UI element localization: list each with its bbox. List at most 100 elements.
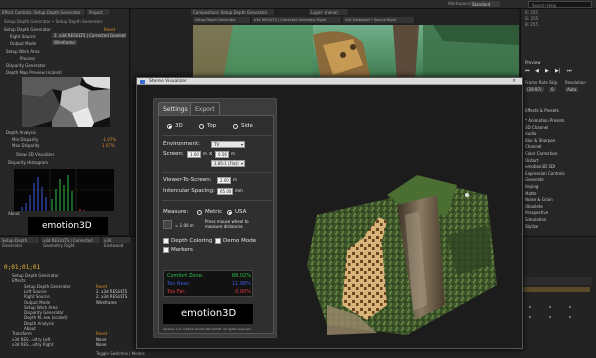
effects-list-item[interactable]: Obsolete [525,204,543,209]
tab-timeline-comp[interactable]: x3d Eastwood [102,237,132,248]
effects-list-item[interactable]: 3D Channel [525,125,548,130]
layer-row-value[interactable]: None [96,342,106,347]
disparity-histogram [14,169,114,211]
effects-list-item[interactable]: Perspective [525,211,548,215]
effects-list-item[interactable]: Generate [525,178,544,182]
depth-coloring-checkbox[interactable] [163,238,169,244]
current-time-display[interactable]: 0;01;01;01 [4,265,40,271]
effects-list-item[interactable]: Blur & Sharpen [525,138,555,143]
effects-list-item[interactable]: Noise & Grain [525,198,553,202]
screen-unit-label: m [203,151,207,156]
layer-row-label: x3d RES...ultry Right [12,341,54,347]
tab-export[interactable]: Export [190,102,220,115]
stat-value: 11.98% [231,281,251,287]
tab-project[interactable]: Project [87,9,111,15]
screen-height-input[interactable]: 0.56 [215,151,229,158]
layer-row-value[interactable]: 2. x3d RESULTS [96,295,127,299]
measure-metric-radio[interactable] [197,210,202,215]
reset-link[interactable]: Reset [102,27,117,32]
layer-row-value[interactable]: Wireframe [96,300,117,305]
effects-list-item[interactable]: Stylize [525,224,538,229]
tab-layer[interactable]: Layer: (none) [309,9,349,15]
effects-list-item[interactable]: Keying [525,185,538,189]
min-disparity-value[interactable]: -1.07% [102,137,116,142]
effect-row-label[interactable]: Disparity Generator [6,63,46,68]
layer-row-value[interactable]: None [96,337,106,342]
visualizer-titlebar[interactable]: Stereo Visualizer × [137,78,522,85]
effects-list-item[interactable]: Audio [525,132,536,136]
tab-composition[interactable]: Composition: Setup Depth Generator [191,9,275,15]
measure-label: Measure: [163,209,189,215]
comp-subtab[interactable]: Setup Depth Generator [193,17,251,23]
markers-checkbox[interactable] [163,247,169,253]
layer-row-label: Transform [12,331,32,337]
comp-subtab[interactable]: x3d RESULTS | Corrected Geometry Right [252,17,342,23]
resolution-select[interactable]: Auto [565,87,579,92]
next-frame-icon[interactable]: ▶| [555,69,561,74]
aspect-ratio-select[interactable]: 1.85:1 (Flat) ▾ [211,160,245,167]
viewer-distance-input[interactable]: 2.00 [217,177,231,184]
output-mode-select[interactable]: Wireframe [52,40,77,45]
intercular-spacing-input[interactable]: 65.00 [217,188,233,195]
tab-effect-controls[interactable]: Effect Controls: Setup Depth Generator [0,9,86,15]
tab-settings[interactable]: Settings [158,102,193,115]
show-visualizer-label[interactable]: Show 3D Visualizer [16,152,54,157]
point-cloud-viewport[interactable] [287,155,517,340]
effects-list-item[interactable]: Distort [525,158,539,163]
layer-row-value[interactable]: Reset [96,332,107,336]
screen-width-input[interactable]: 1.00 [187,151,201,158]
screen-x-label: x [209,151,213,157]
panel-title: Setup Depth Generator • Setup Depth Gene… [4,19,103,24]
about-label[interactable]: About [8,211,20,216]
workspace-label: Workspace: [448,1,472,6]
layer-row-label: Setup Depth Generator [24,283,71,289]
chevron-down-icon: ▾ [240,161,243,166]
tab-timeline-comp[interactable]: Setup Depth Generator [0,237,40,248]
prev-frame-icon[interactable]: ◀ [535,69,539,74]
first-frame-icon[interactable]: ⏮ [525,69,530,74]
frame-rate-select[interactable]: (29.97) [525,87,544,92]
view-top-radio[interactable] [199,124,204,129]
layer-row[interactable]: x3d RES...ultry Right None [4,341,132,348]
skip-select[interactable]: 0 [549,87,556,92]
view-side-radio[interactable] [233,124,238,129]
effects-list-item[interactable]: Expression Controls [525,171,565,176]
view-side-label: Side [241,123,253,129]
search-help-input[interactable]: Search Help [528,1,592,8]
comp-subtab[interactable]: x3d Eastwood • Source Right [343,17,415,23]
effect-row-label: Output Mode [10,41,37,46]
toggle-switches-label[interactable]: Toggle Switches / Modes [96,352,145,356]
view-top-label: Top [207,123,217,129]
effect-row-label[interactable]: Process [20,56,35,61]
play-icon[interactable]: ▶ [545,69,549,74]
effects-list-item[interactable]: Channel [525,145,541,149]
preview-option-label: Skip [549,80,558,85]
effects-list-item[interactable]: emotion3D SDI [525,165,555,169]
layer-row-value[interactable]: Reset [96,284,107,289]
effects-list-item[interactable]: Color Correction [525,152,557,156]
last-frame-icon[interactable]: ⏭ [567,69,572,74]
measure-usa-radio[interactable] [227,210,232,215]
right-source-select[interactable]: 2. x3d RESULTS | Corrected Geometry Righ… [52,33,126,38]
depth-coloring-label: Depth Coloring [171,238,213,244]
effect-row-label: Setup Depth Generator [4,27,51,32]
workspace-select[interactable]: Standard [470,1,500,7]
effect-row-label[interactable]: Setup Work Area [6,49,40,54]
viewer-to-screen-label: Viewer-To-Screen: [163,177,212,183]
effects-list-item[interactable]: Simulation [525,218,546,222]
effects-list-item[interactable]: Matte [525,191,537,196]
max-disparity-value[interactable]: 1.07% [102,143,115,148]
histogram-label[interactable]: Disparity Histogram [8,160,48,165]
effects-list-item[interactable]: * Animation Presets [525,119,565,123]
effect-row-label[interactable]: Depth Map Preview (scaled) [6,70,62,75]
analysis-label[interactable]: Depth Analysis [6,130,36,135]
close-icon[interactable]: × [512,78,516,84]
view-3d-radio[interactable] [167,124,172,129]
tab-timeline-comp[interactable]: x3d RESULTS | Corrected Geometry Right [41,237,101,248]
environment-select[interactable]: TV ▾ [211,141,245,148]
layer-row-label: Depth M..iew (scaled) [24,315,68,321]
demo-mode-checkbox[interactable] [215,238,221,244]
intercular-unit-label: mm [235,188,243,193]
stat-row-comfort: Comfort Zone: 88.02% [167,274,251,279]
aspect-ratio-value: 1.85:1 (Flat) [214,161,239,166]
